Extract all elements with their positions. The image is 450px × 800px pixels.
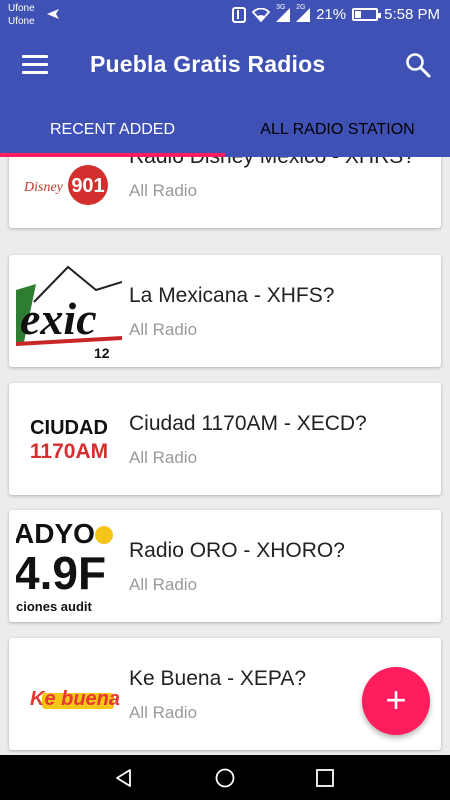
station-name: La Mexicana - XHFS? — [129, 284, 335, 307]
logo-text: 12 — [94, 345, 110, 360]
station-category: All Radio — [129, 448, 198, 467]
station-logo: ADYO 4.9F ciones audit — [16, 517, 122, 615]
logo-text: Ke buena — [30, 688, 120, 710]
tab-all-radio-station[interactable]: ALL RADIO STATION — [225, 109, 450, 157]
station-category: All Radio — [129, 320, 198, 339]
station-category: All Radio — [129, 575, 198, 594]
logo-text-2: 4.9F — [16, 547, 106, 599]
home-icon[interactable] — [214, 767, 236, 789]
carrier-1: Ufone — [8, 3, 35, 14]
add-button[interactable]: + — [362, 667, 430, 735]
back-icon[interactable] — [113, 767, 135, 789]
status-bar: Ufone Ufone 3G 2G 21% 5:58 PM — [0, 0, 450, 33]
app-title: Puebla Gratis Radios — [90, 51, 326, 77]
menu-icon — [22, 55, 48, 58]
network-3g: 3G — [276, 3, 286, 11]
station-name: Ke Buena - XEPA? — [129, 667, 307, 690]
add-icon: + — [385, 679, 407, 720]
station-list[interactable]: Disney 901 Radio Disney Mexico - XHRS? A… — [0, 157, 450, 755]
tab-recent-added[interactable]: RECENT ADDED — [0, 109, 225, 157]
carrier-2: Ufone — [8, 16, 35, 27]
menu-button[interactable] — [22, 55, 48, 75]
clock: 5:58 PM — [384, 6, 440, 23]
svg-text:exic: exic — [20, 293, 97, 344]
system-nav-bar — [0, 755, 450, 800]
status-icons: 3G 2G 21% 5:58 PM — [232, 3, 440, 23]
battery-icon — [352, 8, 382, 21]
nfc-icon — [232, 6, 247, 23]
logo-text: 901 — [71, 175, 104, 197]
recents-icon[interactable] — [314, 767, 336, 789]
carrier-info: Ufone Ufone — [8, 3, 35, 28]
station-card-radio-disney[interactable]: Disney 901 Radio Disney Mexico - XHRS? A… — [9, 157, 441, 228]
network-2g: 2G — [296, 3, 306, 11]
station-logo: exic 12 — [16, 262, 122, 360]
station-card-ciudad-1170am[interactable]: CIUDAD 1170AM Ciudad 1170AM - XECD? All … — [9, 383, 441, 495]
station-logo: CIUDAD 1170AM — [16, 390, 122, 488]
station-category: All Radio — [129, 181, 198, 200]
station-card-radio-oro[interactable]: ADYO 4.9F ciones audit Radio ORO - XHORO… — [9, 510, 441, 622]
search-icon[interactable] — [404, 51, 432, 79]
station-logo: Disney 901 — [16, 157, 122, 221]
svg-text:Disney: Disney — [23, 180, 64, 195]
logo-text-1: ADYO — [16, 518, 95, 549]
wifi-icon — [252, 7, 271, 22]
send-icon — [47, 9, 59, 19]
station-card-la-mexicana[interactable]: exic 12 La Mexicana - XHFS? All Radio — [9, 255, 441, 367]
station-logo: Ke buena — [16, 645, 122, 743]
logo-text-3: ciones audit — [16, 599, 93, 614]
station-name: Radio ORO - XHORO? — [129, 539, 345, 562]
battery-percent: 21% — [316, 6, 347, 23]
app-bar: Puebla Gratis Radios RECENT ADDED ALL RA… — [0, 33, 450, 157]
logo-text-1: CIUDAD — [30, 417, 108, 439]
station-name: Radio Disney Mexico - XHRS? — [129, 157, 415, 169]
tab-bar: RECENT ADDED ALL RADIO STATION — [0, 109, 450, 157]
logo-text-2: 1170AM — [30, 440, 108, 463]
station-category: All Radio — [129, 703, 198, 722]
station-name: Ciudad 1170AM - XECD? — [129, 412, 367, 435]
